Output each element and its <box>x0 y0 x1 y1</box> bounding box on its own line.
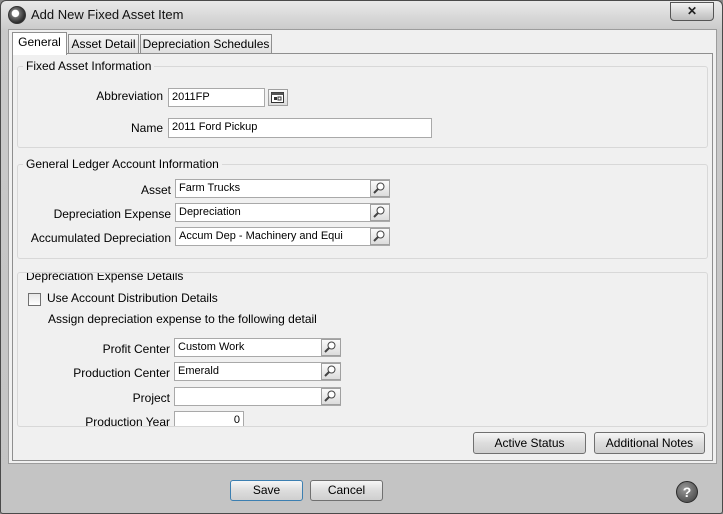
production-center-field[interactable]: Emerald <box>174 362 341 381</box>
gl-account-info-title: General Ledger Account Information <box>23 157 222 171</box>
dep-expense-account-field[interactable]: Depreciation <box>175 203 390 222</box>
fixed-asset-info-title: Fixed Asset Information <box>23 59 155 73</box>
magnifier-icon[interactable] <box>321 388 341 405</box>
dep-expense-label: Depreciation Expense <box>53 207 171 221</box>
tab-depreciation-schedules[interactable]: Depreciation Schedules <box>140 34 272 54</box>
magnifier-icon[interactable] <box>321 363 341 380</box>
add-fixed-asset-window: Add New Fixed Asset Item ✕ General Asset… <box>0 0 723 514</box>
use-distribution-checkbox[interactable] <box>28 293 41 306</box>
assign-detail-text: Assign depreciation expense to the follo… <box>48 312 317 326</box>
magnifier-icon[interactable] <box>321 339 341 356</box>
project-label: Project <box>132 391 170 405</box>
accum-dep-label: Accumulated Depreciation <box>30 231 171 245</box>
window-title: Add New Fixed Asset Item <box>31 7 184 22</box>
calendar-picker-icon[interactable] <box>268 89 288 106</box>
general-tab-panel: Fixed Asset Information Abbreviation 201… <box>12 53 713 461</box>
dialog-body: General Asset Detail Depreciation Schedu… <box>8 29 717 464</box>
magnifier-icon[interactable] <box>370 228 390 245</box>
production-center-label: Production Center <box>73 366 170 380</box>
tab-asset-detail[interactable]: Asset Detail <box>68 34 139 54</box>
abbreviation-field[interactable]: 2011FP <box>168 88 265 107</box>
close-icon[interactable]: ✕ <box>670 2 714 21</box>
app-icon <box>8 6 26 24</box>
cancel-button[interactable]: Cancel <box>310 480 383 501</box>
profit-center-field[interactable]: Custom Work <box>174 338 341 357</box>
profit-center-label: Profit Center <box>102 342 170 356</box>
gl-account-info-group: General Ledger Account Information Asset… <box>17 157 708 259</box>
additional-notes-button[interactable]: Additional Notes <box>594 432 705 454</box>
use-distribution-label: Use Account Distribution Details <box>47 291 218 305</box>
name-label: Name <box>130 121 163 135</box>
abbreviation-label: Abbreviation <box>96 89 163 103</box>
project-field[interactable] <box>174 387 341 406</box>
dep-expense-details-group: Depreciation Expense Details Use Account… <box>17 272 708 427</box>
magnifier-icon[interactable] <box>370 204 390 221</box>
title-bar: Add New Fixed Asset Item ✕ <box>1 1 722 29</box>
active-status-button[interactable]: Active Status <box>473 432 586 454</box>
asset-account-field[interactable]: Farm Trucks <box>175 179 390 198</box>
fixed-asset-info-group: Fixed Asset Information Abbreviation 201… <box>17 59 708 148</box>
production-year-label: Production Year <box>85 415 170 427</box>
asset-label: Asset <box>140 183 171 197</box>
name-field[interactable]: 2011 Ford Pickup <box>168 118 432 138</box>
magnifier-icon[interactable] <box>370 180 390 197</box>
accum-dep-account-field[interactable]: Accum Dep - Machinery and Equi <box>175 227 390 246</box>
tab-general[interactable]: General <box>12 32 67 55</box>
save-button[interactable]: Save <box>230 480 303 501</box>
help-icon[interactable]: ? <box>676 481 698 503</box>
production-year-field[interactable]: 0 <box>174 411 244 426</box>
dep-expense-details-title: Depreciation Expense Details <box>23 273 187 283</box>
